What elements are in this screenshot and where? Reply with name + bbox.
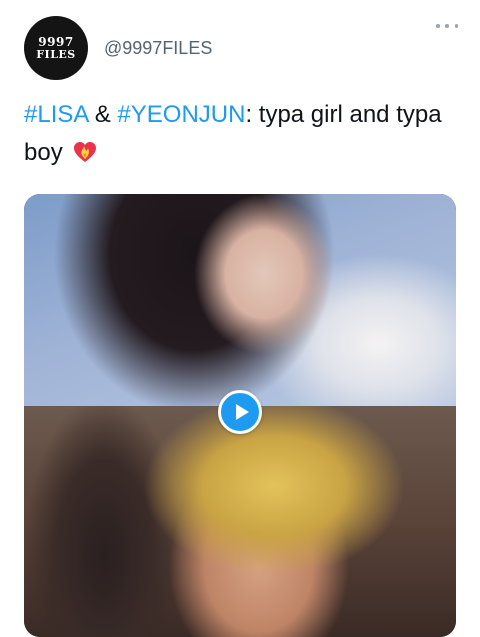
tweet-text: #LISA & #YEONJUN: typa girl and typa boy <box>24 96 454 172</box>
more-options-icon[interactable] <box>436 22 458 30</box>
play-icon <box>235 404 249 420</box>
video-media[interactable] <box>24 194 456 637</box>
play-button[interactable] <box>218 390 262 434</box>
hashtag-lisa[interactable]: #LISA <box>24 101 88 128</box>
heart-on-fire-icon <box>74 142 97 162</box>
tweet-card[interactable]: 9997 FILES @9997FILES #LISA & #YEONJUN: … <box>0 0 480 637</box>
avatar-text-line1: 9997 <box>38 35 74 49</box>
video-frame-top <box>24 194 456 406</box>
video-frame-bottom <box>24 406 456 637</box>
hashtag-yeonjun[interactable]: #YEONJUN <box>117 101 245 128</box>
avatar[interactable]: 9997 FILES <box>24 16 88 80</box>
account-handle[interactable]: @9997FILES <box>104 38 212 59</box>
avatar-text-line2: FILES <box>36 48 76 61</box>
tweet-connector: & <box>88 101 118 128</box>
